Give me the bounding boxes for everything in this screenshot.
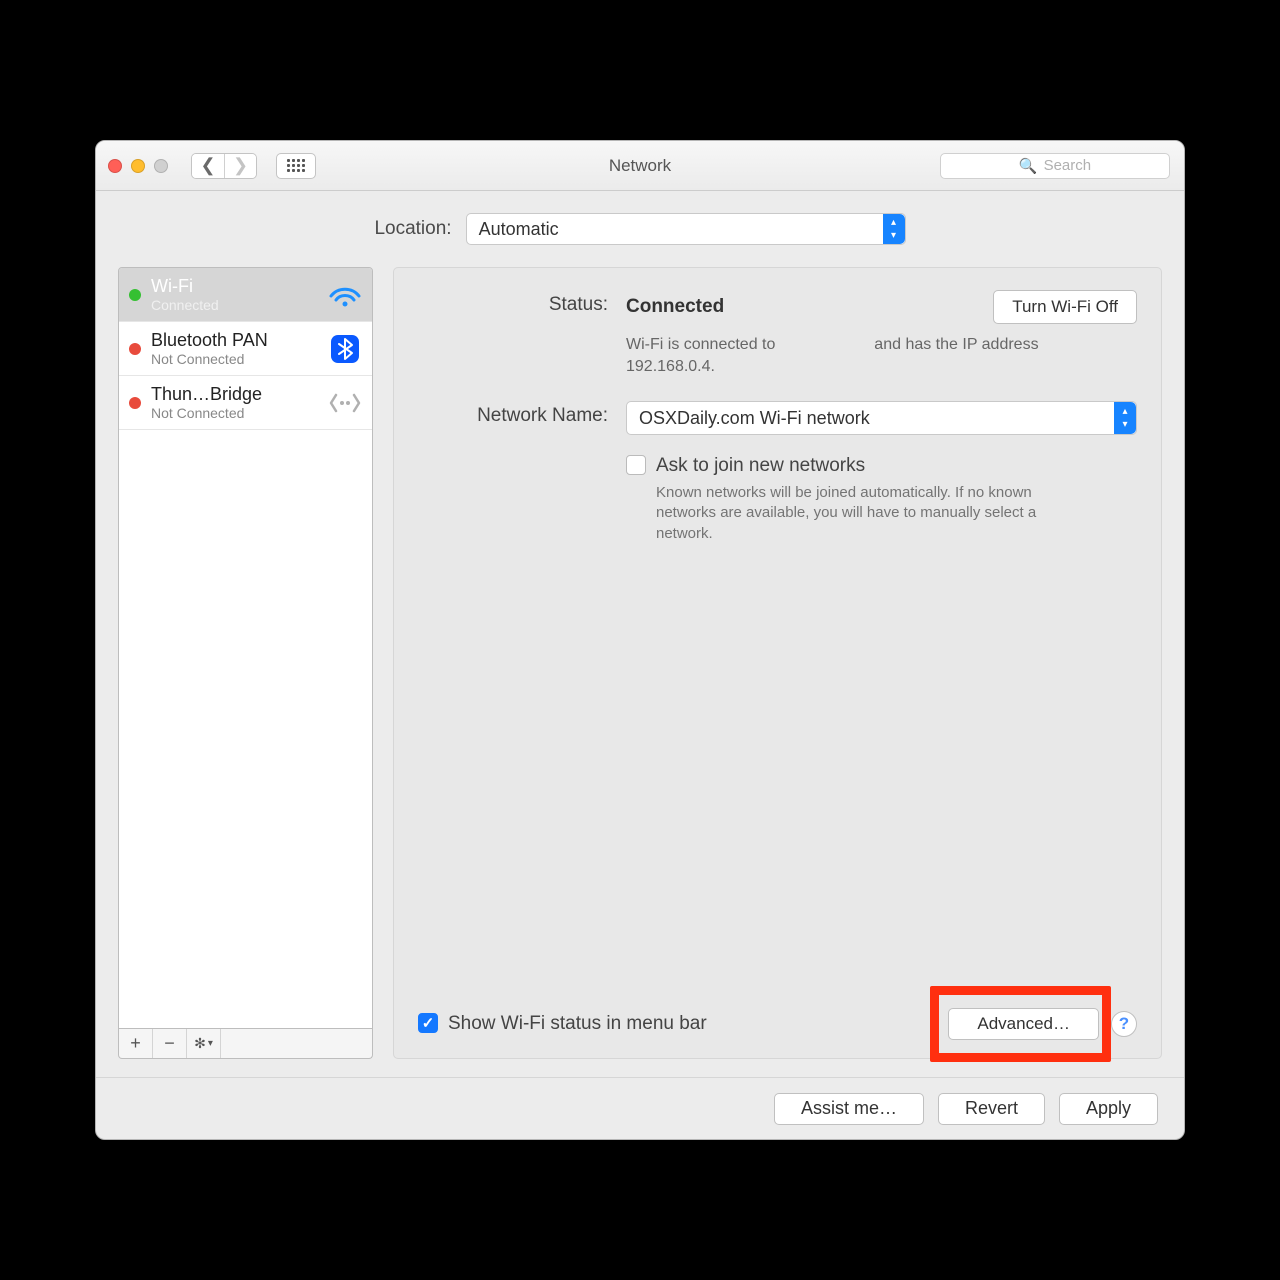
status-dot-icon: [129, 289, 141, 301]
service-status: Not Connected: [151, 351, 318, 367]
status-description: Wi-Fi is connected to and has the IP add…: [626, 334, 1056, 377]
network-name-dropdown[interactable]: OSXDaily.com Wi-Fi network: [626, 401, 1137, 435]
advanced-button[interactable]: Advanced…: [948, 1008, 1099, 1040]
location-value: Automatic: [479, 219, 559, 240]
remove-service-button[interactable]: −: [153, 1029, 187, 1058]
service-status: Not Connected: [151, 405, 318, 421]
location-label: Location:: [374, 218, 451, 240]
services-list-footer: + − ✻▾: [118, 1029, 373, 1059]
ask-to-join-label: Ask to join new networks: [656, 455, 1076, 477]
service-actions-dropdown[interactable]: ✻▾: [187, 1029, 221, 1058]
wifi-icon: [328, 281, 362, 309]
search-icon: 🔍: [1019, 157, 1038, 175]
revert-button[interactable]: Revert: [938, 1093, 1045, 1125]
service-status: Connected: [151, 297, 318, 313]
service-item-wifi[interactable]: Wi-Fi Connected: [119, 268, 372, 322]
service-name: Thun…Bridge: [151, 384, 318, 405]
gear-icon: ✻: [194, 1035, 206, 1052]
search-placeholder: Search: [1044, 157, 1092, 174]
dropdown-stepper-icon: [1114, 402, 1136, 434]
status-dot-icon: [129, 343, 141, 355]
status-dot-icon: [129, 397, 141, 409]
ask-to-join-hint: Known networks will be joined automatica…: [656, 483, 1076, 544]
search-input[interactable]: 🔍 Search: [940, 153, 1170, 179]
network-preferences-window: ❮ ❯ Network 🔍 Search Location: Automatic: [95, 140, 1185, 1140]
services-list[interactable]: Wi-Fi Connected Bluetooth PAN: [118, 267, 373, 1029]
add-service-button[interactable]: +: [119, 1029, 153, 1058]
status-label: Status:: [418, 290, 608, 316]
window-footer: Assist me… Revert Apply: [96, 1077, 1184, 1139]
service-name: Bluetooth PAN: [151, 330, 318, 351]
chevron-down-icon: ▾: [208, 1038, 213, 1049]
main-content: Wi-Fi Connected Bluetooth PAN: [96, 255, 1184, 1077]
service-item-thunderbolt-bridge[interactable]: Thun…Bridge Not Connected: [119, 376, 372, 430]
detail-form: Status: Connected Turn Wi-Fi Off Wi-Fi i…: [418, 290, 1137, 544]
location-row: Location: Automatic: [96, 191, 1184, 255]
service-name: Wi-Fi: [151, 276, 318, 297]
location-dropdown[interactable]: Automatic: [466, 213, 906, 245]
window-titlebar: ❮ ❯ Network 🔍 Search: [96, 141, 1184, 191]
turn-wifi-off-button[interactable]: Turn Wi-Fi Off: [993, 290, 1137, 324]
assist-me-button[interactable]: Assist me…: [774, 1093, 924, 1125]
service-detail-panel: Status: Connected Turn Wi-Fi Off Wi-Fi i…: [393, 267, 1162, 1059]
services-sidebar: Wi-Fi Connected Bluetooth PAN: [118, 267, 373, 1059]
status-value: Connected: [626, 296, 724, 318]
dropdown-stepper-icon: [883, 214, 905, 244]
service-item-bluetooth-pan[interactable]: Bluetooth PAN Not Connected: [119, 322, 372, 376]
show-in-menubar-checkbox[interactable]: [418, 1013, 438, 1033]
show-in-menubar-label: Show Wi-Fi status in menu bar: [448, 1013, 707, 1035]
ask-to-join-checkbox[interactable]: [626, 455, 646, 475]
network-name-value: OSXDaily.com Wi-Fi network: [639, 408, 870, 429]
apply-button[interactable]: Apply: [1059, 1093, 1158, 1125]
thunderbolt-bridge-icon: [328, 389, 362, 417]
bluetooth-icon: [328, 335, 362, 363]
help-button[interactable]: ?: [1111, 1011, 1137, 1037]
detail-footer: Show Wi-Fi status in menu bar Advanced… …: [418, 988, 1137, 1040]
network-name-label: Network Name:: [418, 401, 608, 427]
